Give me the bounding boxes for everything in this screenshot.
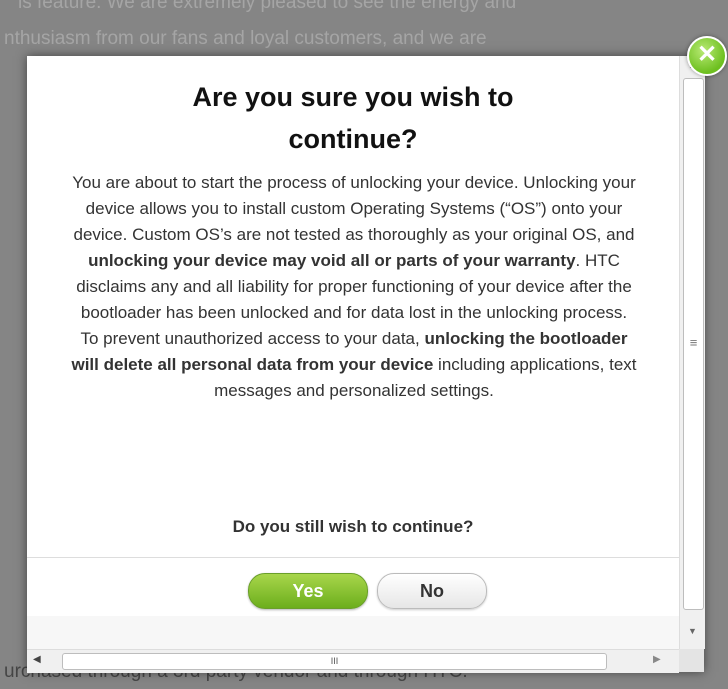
dialog-title-line: Are you sure you wish to	[192, 82, 514, 112]
divider	[27, 557, 679, 558]
body-text-part: You are about to start the process of un…	[72, 173, 636, 244]
warranty-warning: unlocking your device may void all or pa…	[88, 251, 576, 270]
dialog-title-line: continue?	[288, 124, 418, 154]
confirmation-question: Do you still wish to continue?	[232, 517, 474, 536]
chevron-down-icon[interactable]: ▼	[680, 626, 705, 640]
vertical-scrollbar-thumb[interactable]: ≡	[683, 78, 704, 610]
dialog-title: Are you sure you wish to continue?	[27, 76, 679, 160]
chevron-right-icon[interactable]: ▶	[653, 654, 667, 665]
scrollbar-corner	[679, 649, 704, 672]
dialog-content: Are you sure you wish to continue? You a…	[27, 56, 679, 616]
grip-icon: III	[330, 656, 339, 666]
horizontal-scrollbar-thumb[interactable]: III	[62, 653, 607, 670]
vertical-scrollbar[interactable]: ▲ ≡ ▼	[679, 56, 705, 649]
close-button[interactable]: ✕	[687, 36, 727, 76]
chevron-left-icon[interactable]: ◀	[33, 654, 47, 665]
yes-button[interactable]: Yes	[248, 573, 368, 609]
horizontal-scrollbar[interactable]: ◀ III ▶	[27, 649, 679, 673]
close-icon: ✕	[696, 41, 718, 68]
grip-icon: ≡	[689, 335, 698, 350]
no-button[interactable]: No	[377, 573, 487, 609]
dialog-body-text: You are about to start the process of un…	[71, 170, 637, 404]
unlock-confirmation-dialog: Are you sure you wish to continue? You a…	[27, 56, 705, 673]
